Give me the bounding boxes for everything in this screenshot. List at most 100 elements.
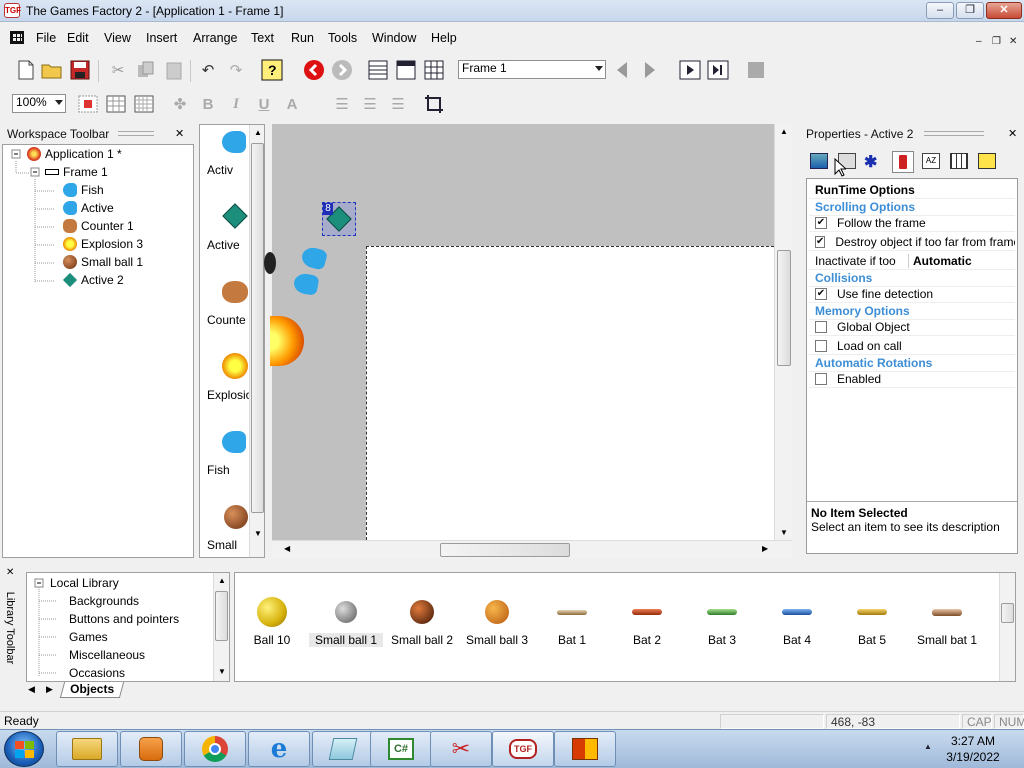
scroll-thumb[interactable] — [251, 143, 264, 513]
library-item[interactable]: Small ball 1 — [309, 597, 383, 647]
workspace-close-icon[interactable]: ✕ — [175, 127, 184, 140]
editor-horizontal-scrollbar[interactable]: ◀ ▶ — [272, 540, 792, 558]
prop-fine-detection[interactable]: ✔ Use fine detection — [809, 285, 1015, 303]
library-item[interactable]: Small ball 2 — [385, 597, 459, 647]
library-item[interactable]: Bat 3 — [685, 597, 759, 647]
storyboard-editor-icon[interactable] — [366, 58, 390, 82]
document-menu-icon[interactable] — [10, 31, 24, 44]
menu-tools[interactable]: Tools — [328, 31, 357, 45]
underline-icon[interactable]: U — [252, 92, 276, 116]
redo-icon[interactable]: ↷ — [224, 58, 248, 82]
taskbar-snipping-tool[interactable]: ✂ — [430, 731, 492, 767]
run-frame-icon[interactable] — [706, 58, 730, 82]
taskbar-notepad[interactable] — [312, 731, 374, 767]
scroll-up-icon[interactable]: ▲ — [218, 576, 226, 585]
next-frame-icon[interactable] — [638, 58, 662, 82]
text-color-icon[interactable]: A — [280, 92, 304, 116]
prop-load-on-call[interactable]: Load on call — [809, 337, 1015, 355]
frame-play-area[interactable] — [366, 246, 774, 540]
frame-editor-icon[interactable] — [394, 58, 418, 82]
runtime-options-tab-icon[interactable] — [892, 151, 914, 173]
italic-icon[interactable]: I — [224, 92, 248, 116]
scroll-thumb[interactable] — [215, 591, 228, 641]
menu-text[interactable]: Text — [251, 31, 274, 45]
copy-icon[interactable] — [134, 58, 158, 82]
library-folder[interactable]: Games — [69, 630, 108, 644]
library-close-icon[interactable]: ✕ — [6, 567, 14, 578]
prop-destroy-far[interactable]: ✔ Destroy object if too far from frame — [809, 233, 1015, 251]
tree-item-object[interactable]: Small ball 1 — [63, 254, 143, 270]
scroll-down-icon[interactable]: ▼ — [780, 528, 788, 537]
taskbar-explorer[interactable] — [56, 731, 118, 767]
library-folder[interactable]: Occasions — [69, 666, 125, 680]
forward-icon[interactable] — [330, 58, 354, 82]
crop-icon[interactable] — [422, 92, 446, 116]
pig-icon[interactable] — [222, 281, 248, 303]
taskbar-media-player[interactable] — [120, 731, 182, 767]
scroll-down-icon[interactable]: ▼ — [254, 529, 262, 538]
frame-dropdown[interactable]: Frame 1 — [458, 60, 606, 79]
movement-tab-icon[interactable]: ✱ — [864, 152, 884, 171]
selected-object[interactable]: 8 — [322, 202, 356, 236]
scroll-thumb[interactable] — [1001, 603, 1014, 623]
stop-back-icon[interactable] — [302, 58, 326, 82]
checkbox-icon[interactable] — [815, 372, 827, 385]
checkbox-checked-icon[interactable]: ✔ — [815, 287, 827, 300]
grid-snap-icon[interactable] — [76, 92, 100, 116]
mdi-minimize-button[interactable]: ‒ — [976, 36, 982, 47]
prop-global-object[interactable]: Global Object — [809, 318, 1015, 336]
library-root[interactable]: Local Library — [50, 576, 119, 590]
values-tab-icon[interactable]: AZ — [922, 153, 940, 169]
open-folder-icon[interactable] — [40, 58, 64, 82]
library-folder[interactable]: Miscellaneous — [69, 648, 145, 662]
tree-item-object[interactable]: Explosion 3 — [63, 236, 143, 252]
close-window-button[interactable]: ✕ — [986, 2, 1022, 19]
menu-file[interactable]: File — [36, 31, 56, 45]
help-icon[interactable]: ? — [260, 58, 284, 82]
prop-rotation-enabled[interactable]: Enabled — [809, 370, 1015, 388]
save-icon[interactable] — [68, 58, 92, 82]
clock[interactable]: 3:27 AM 3/19/2022 — [930, 733, 1016, 765]
stop-icon[interactable] — [744, 58, 768, 82]
align-right-icon[interactable]: ☰ — [386, 92, 410, 116]
prop-follow-frame[interactable]: ✔ Follow the frame — [809, 214, 1015, 232]
editor-vertical-scrollbar[interactable]: ▲ ▼ — [774, 124, 792, 540]
tab-objects[interactable]: Objects — [59, 682, 125, 698]
display-options-tab-icon[interactable] — [810, 153, 828, 169]
taskbar-office[interactable] — [554, 731, 616, 767]
scroll-up-icon[interactable]: ▲ — [254, 128, 262, 137]
menu-edit[interactable]: Edit — [67, 31, 89, 45]
object-bar-scrollbar[interactable]: ▲ ▼ — [249, 125, 264, 557]
scroll-thumb[interactable] — [777, 250, 791, 366]
prop-value[interactable]: Automatic — [909, 254, 972, 268]
show-grid-icon[interactable] — [104, 92, 128, 116]
grid-setup-icon[interactable] — [132, 92, 156, 116]
maximize-button[interactable]: ❐ — [956, 2, 984, 19]
checkbox-icon[interactable] — [815, 339, 827, 352]
library-item[interactable]: Bat 2 — [610, 597, 684, 647]
font-settings-icon[interactable]: ✤ — [168, 92, 192, 116]
menu-insert[interactable]: Insert — [146, 31, 177, 45]
zoom-dropdown[interactable]: 100% — [12, 94, 66, 113]
paste-icon[interactable] — [162, 58, 186, 82]
tree-item-object[interactable]: Active 2 — [62, 272, 124, 288]
tree-item-frame[interactable]: Frame 1 — [45, 164, 108, 180]
cut-icon[interactable]: ✂ — [106, 58, 130, 82]
run-application-icon[interactable] — [678, 58, 702, 82]
align-left-icon[interactable]: ☰ — [330, 92, 354, 116]
taskbar-games-factory[interactable]: TGF — [492, 731, 554, 767]
checkbox-checked-icon[interactable]: ✔ — [815, 216, 827, 229]
app-icon[interactable]: TGF — [4, 3, 21, 18]
tree-item-object[interactable]: Counter 1 — [63, 218, 134, 234]
library-item[interactable]: Bat 4 — [760, 597, 834, 647]
mdi-close-button[interactable]: ✕ — [1009, 36, 1017, 47]
library-item[interactable]: Small bat 1 — [910, 597, 984, 647]
library-folder[interactable]: Backgrounds — [69, 594, 139, 608]
scroll-down-icon[interactable]: ▼ — [218, 667, 226, 676]
align-center-icon[interactable]: ☰ — [358, 92, 382, 116]
library-tree-scrollbar[interactable]: ▲ ▼ — [213, 573, 229, 681]
about-tab-icon[interactable] — [978, 153, 996, 169]
event-editor-icon[interactable] — [422, 58, 446, 82]
tree-item-application[interactable]: Application 1 * — [27, 146, 122, 162]
taskbar-chrome[interactable] — [184, 731, 246, 767]
